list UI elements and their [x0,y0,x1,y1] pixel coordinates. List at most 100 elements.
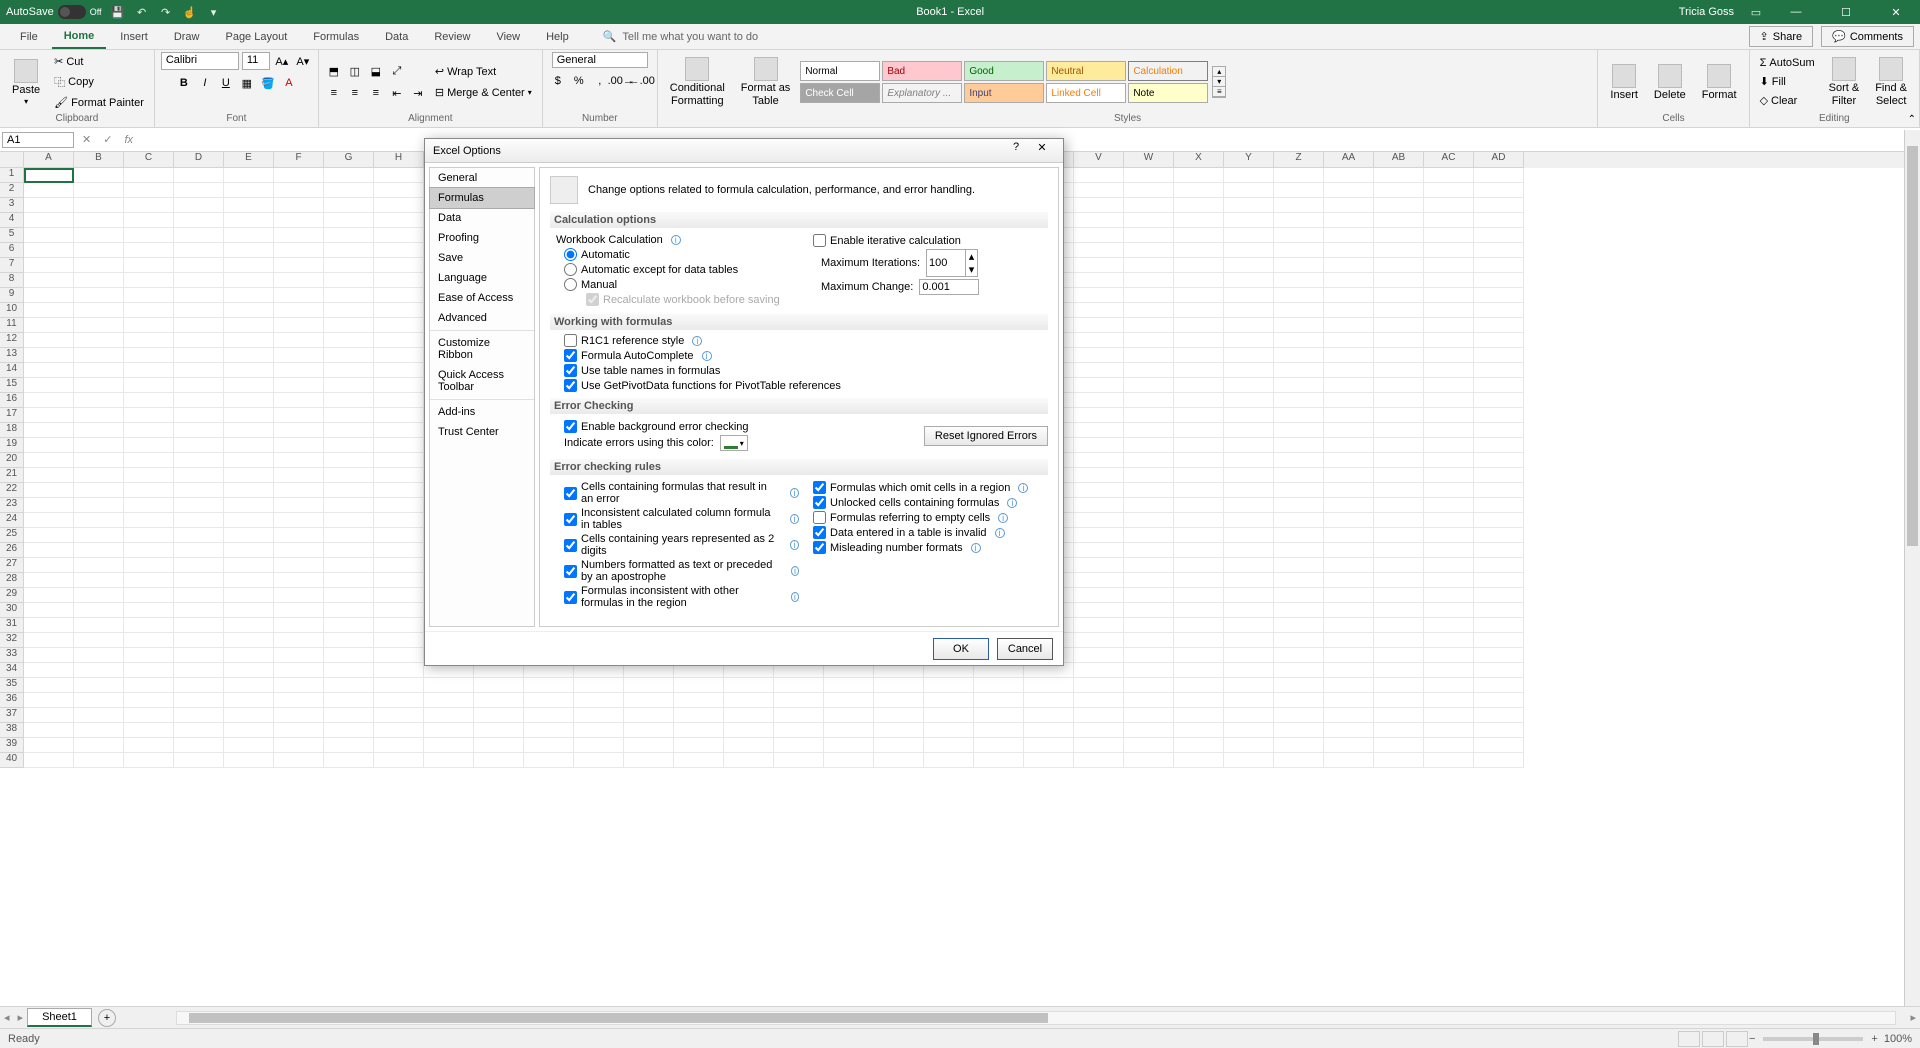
cell[interactable] [74,723,124,738]
cell[interactable] [74,258,124,273]
cell[interactable] [1174,738,1224,753]
cell[interactable] [74,438,124,453]
row-header[interactable]: 4 [0,213,24,228]
cell[interactable] [1374,438,1424,453]
cell[interactable] [24,213,74,228]
cell[interactable] [874,723,924,738]
cell[interactable] [1224,213,1274,228]
cell[interactable] [1074,438,1124,453]
cell[interactable] [1324,243,1374,258]
row-header[interactable]: 24 [0,513,24,528]
cell[interactable] [74,543,124,558]
cell[interactable] [924,678,974,693]
col-header[interactable]: B [74,152,124,168]
cell[interactable] [374,483,424,498]
cell[interactable] [1074,363,1124,378]
cell[interactable] [1174,378,1224,393]
checkbox-rule-year[interactable]: Cells containing years represented as 2 … [564,533,782,557]
cell[interactable] [1424,378,1474,393]
cell[interactable] [1124,243,1174,258]
checkbox-getpivotdata[interactable]: Use GetPivotData functions for PivotTabl… [564,379,841,392]
cell[interactable] [1024,753,1074,768]
cell[interactable] [924,753,974,768]
name-box[interactable]: A1 [2,132,74,148]
cell[interactable] [1174,423,1224,438]
col-header[interactable]: V [1074,152,1124,168]
fill-color-icon[interactable]: 🪣 [259,74,277,92]
ok-button[interactable]: OK [933,638,989,660]
decrease-font-icon[interactable]: A▾ [294,52,312,70]
cell[interactable] [324,678,374,693]
cell[interactable] [1074,258,1124,273]
cell[interactable] [74,168,124,183]
checkbox-r1c1[interactable]: R1C1 reference style [564,334,684,347]
number-format-combo[interactable]: General [552,52,648,68]
row-header[interactable]: 14 [0,363,24,378]
cell[interactable] [224,588,274,603]
nav-add-ins[interactable]: Add-ins [430,402,534,422]
cell[interactable] [1224,738,1274,753]
error-color-picker[interactable]: ▾ [720,435,748,451]
nav-language[interactable]: Language [430,268,534,288]
autosum-button[interactable]: ΣAutoSum [1756,55,1819,71]
cell[interactable] [1474,213,1524,228]
cell[interactable] [1374,318,1424,333]
cell[interactable] [374,243,424,258]
cell[interactable] [1124,648,1174,663]
cell[interactable] [274,393,324,408]
cell[interactable] [1224,618,1274,633]
cell[interactable] [974,678,1024,693]
cell[interactable] [124,363,174,378]
tab-nav-last-icon[interactable]: ▸ [14,1011,28,1024]
cell[interactable] [724,738,774,753]
cell[interactable] [124,708,174,723]
cell[interactable] [424,723,474,738]
cell[interactable] [374,438,424,453]
cell[interactable] [274,603,324,618]
enter-formula-icon[interactable]: ✓ [97,133,118,146]
cell[interactable] [24,588,74,603]
info-icon[interactable]: i [790,540,799,550]
page-break-view-button[interactable] [1726,1031,1748,1047]
cell[interactable] [1424,288,1474,303]
row-header[interactable]: 23 [0,498,24,513]
cell[interactable] [1474,618,1524,633]
cell[interactable] [24,318,74,333]
row-header[interactable]: 18 [0,423,24,438]
nav-quick-access-toolbar[interactable]: Quick Access Toolbar [430,365,534,397]
cell[interactable] [1174,438,1224,453]
cell[interactable] [274,528,324,543]
cell[interactable] [374,633,424,648]
nav-general[interactable]: General [430,168,534,188]
tab-view[interactable]: View [484,26,532,48]
cell[interactable] [274,588,324,603]
tab-page-layout[interactable]: Page Layout [213,26,299,48]
cell[interactable] [824,738,874,753]
cell[interactable] [1274,588,1324,603]
cell[interactable] [274,168,324,183]
cell[interactable] [1074,348,1124,363]
cancel-formula-icon[interactable]: ✕ [76,133,97,146]
row-header[interactable]: 28 [0,573,24,588]
cell[interactable] [1324,678,1374,693]
cell[interactable] [224,408,274,423]
cell[interactable] [374,213,424,228]
cell[interactable] [1174,393,1224,408]
cell[interactable] [374,648,424,663]
cell[interactable] [124,438,174,453]
cell[interactable] [774,723,824,738]
merge-center-button[interactable]: ⊟Merge & Center▾ [431,84,536,101]
cell[interactable] [1174,513,1224,528]
autosave-toggle[interactable]: AutoSave Off [6,5,102,19]
cell[interactable] [24,243,74,258]
cell[interactable] [24,378,74,393]
cell[interactable] [24,483,74,498]
cell[interactable] [274,753,324,768]
share-button[interactable]: ⇪Share [1749,26,1814,47]
cell[interactable] [274,663,324,678]
checkbox-autocomplete[interactable]: Formula AutoComplete [564,349,694,362]
cell[interactable] [1224,678,1274,693]
cell[interactable] [224,438,274,453]
cell[interactable] [1374,618,1424,633]
cell[interactable] [74,708,124,723]
